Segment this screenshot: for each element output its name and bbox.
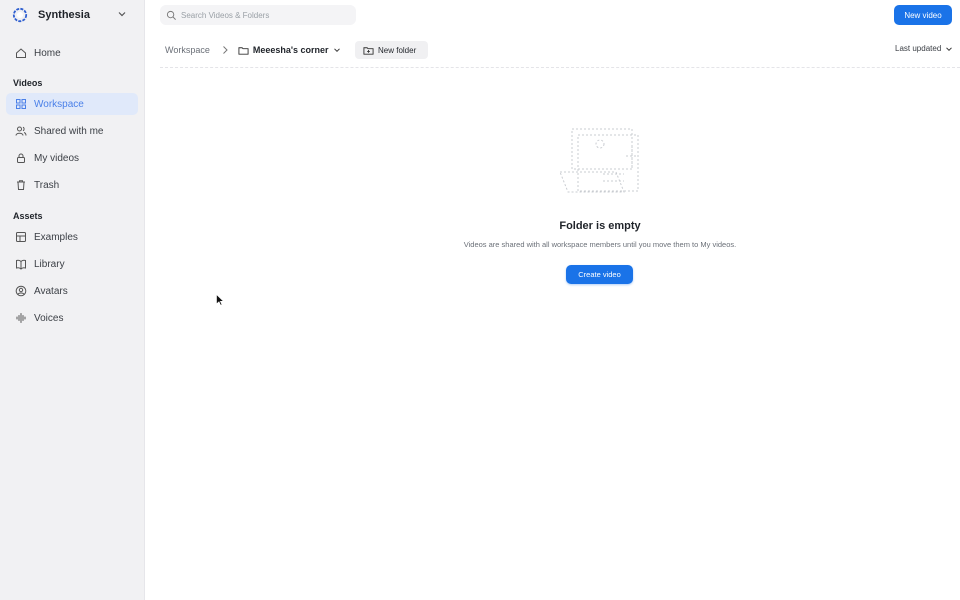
sidebar-item-shared-with-me[interactable]: Shared with me xyxy=(6,120,138,142)
sidebar-item-label: My videos xyxy=(34,152,80,164)
mouse-cursor-icon xyxy=(216,294,224,306)
avatar-icon xyxy=(15,285,27,297)
sort-dropdown[interactable]: Last updated xyxy=(895,44,953,53)
sort-label: Last updated xyxy=(895,44,942,53)
chevron-right-icon xyxy=(223,46,228,54)
new-video-button[interactable]: New video xyxy=(894,5,952,25)
synthesia-logo-icon xyxy=(12,7,28,23)
empty-state-description: Videos are shared with all workspace mem… xyxy=(463,240,737,249)
home-icon xyxy=(16,48,26,58)
create-video-button[interactable]: Create video xyxy=(566,265,633,284)
section-label-assets: Assets xyxy=(13,211,43,221)
breadcrumb: Workspace Meeesha's corner xyxy=(165,40,341,60)
chevron-down-icon xyxy=(118,12,126,17)
chevron-down-icon[interactable] xyxy=(333,46,341,54)
sidebar: Synthesia Home Videos Workspace Shared w… xyxy=(0,0,145,600)
brand-name: Synthesia xyxy=(38,9,90,21)
sidebar-item-label: Shared with me xyxy=(34,125,104,137)
sidebar-item-label: Trash xyxy=(34,179,60,191)
new-folder-label: New folder xyxy=(378,45,417,55)
sidebar-item-label: Avatars xyxy=(34,285,68,297)
grid-icon xyxy=(16,99,26,109)
sidebar-item-label: Home xyxy=(34,47,61,59)
sidebar-item-examples[interactable]: Examples xyxy=(6,226,138,248)
sidebar-item-voices[interactable]: Voices xyxy=(6,307,138,329)
sidebar-item-avatars[interactable]: Avatars xyxy=(6,280,138,302)
section-label-videos: Videos xyxy=(13,78,43,88)
book-icon xyxy=(16,259,26,270)
sidebar-item-workspace[interactable]: Workspace xyxy=(6,93,138,115)
search-bar[interactable] xyxy=(160,5,356,25)
users-icon xyxy=(15,126,27,136)
sidebar-item-label: Workspace xyxy=(34,98,84,110)
sidebar-item-label: Voices xyxy=(34,312,64,324)
sidebar-item-library[interactable]: Library xyxy=(6,253,138,275)
new-folder-button[interactable]: New folder xyxy=(355,41,428,59)
sidebar-item-label: Examples xyxy=(34,231,78,243)
breadcrumb-current-folder[interactable]: Meeesha's corner xyxy=(253,45,329,55)
layout-icon xyxy=(16,232,26,242)
folder-plus-icon xyxy=(363,46,374,55)
empty-state-title: Folder is empty xyxy=(559,220,641,232)
chevron-down-icon xyxy=(946,46,953,51)
folder-icon xyxy=(238,46,249,55)
header-divider xyxy=(160,67,960,68)
waveform-icon xyxy=(16,313,26,323)
sidebar-item-home[interactable]: Home xyxy=(6,42,138,64)
sidebar-item-trash[interactable]: Trash xyxy=(6,174,138,196)
workspace-switcher[interactable]: Synthesia xyxy=(8,4,132,26)
lock-icon xyxy=(17,153,25,163)
empty-folder-illustration xyxy=(559,128,639,193)
search-icon xyxy=(166,10,176,20)
search-input[interactable] xyxy=(181,10,351,20)
sidebar-item-label: Library xyxy=(34,258,65,270)
sidebar-item-my-videos[interactable]: My videos xyxy=(6,147,138,169)
breadcrumb-workspace-link[interactable]: Workspace xyxy=(165,45,210,55)
trash-icon xyxy=(17,180,25,190)
